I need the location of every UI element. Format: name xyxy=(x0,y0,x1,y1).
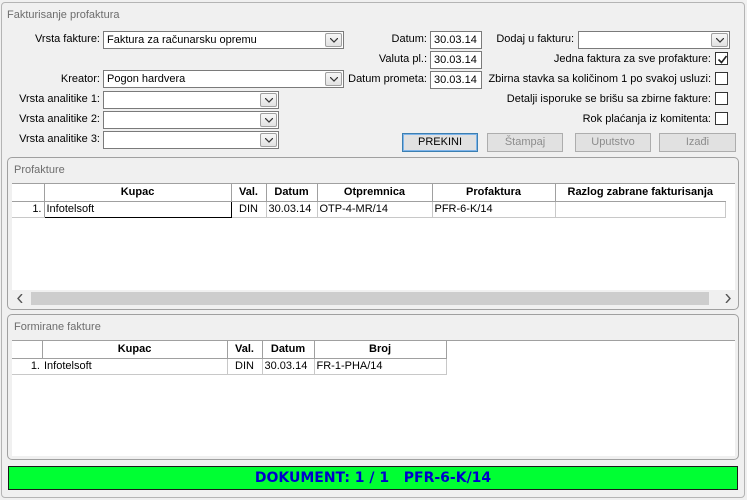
analitike3-label: Vrsta analitike 3: xyxy=(19,133,100,145)
status-bar: DOKUMENT: 1 / 1 PFR-6-K/14 xyxy=(8,466,738,490)
formirane-header-row: Kupac Val. Datum Broj xyxy=(12,341,447,359)
horizontal-scrollbar[interactable] xyxy=(12,290,735,307)
check-zbirna-stavka-label: Zbirna stavka sa količinom 1 po svakoj u… xyxy=(488,73,711,85)
dodaj-u-fakturu-combo[interactable] xyxy=(578,31,730,49)
check-zbirna-stavka[interactable] xyxy=(715,72,728,85)
cell-datum[interactable]: 30.03.14 xyxy=(266,201,318,218)
check-detalji-isporuke-label: Detalji isporuke se brišu sa zbirne fakt… xyxy=(506,93,711,105)
check-jedna-faktura[interactable] xyxy=(715,52,728,65)
analitike2-label: Vrsta analitike 2: xyxy=(19,113,100,125)
datum-prometa-label: Datum prometa: xyxy=(348,73,427,85)
chevron-down-icon[interactable] xyxy=(325,33,342,47)
kreator-label: Kreator: xyxy=(60,73,100,85)
datum-field[interactable]: 30.03.14 xyxy=(430,31,482,49)
formirane-table: Kupac Val. Datum Broj 1. Infotelsoft DIN… xyxy=(12,341,447,375)
formirane-panel: Formirane fakture Kupac Val. Datum Broj … xyxy=(7,314,739,460)
profakture-header-row: Kupac Val. Datum Otpremnica Profaktura R… xyxy=(12,184,725,202)
vrsta-fakture-value: Faktura za računarsku opremu xyxy=(107,34,257,46)
kreator-value: Pogon hardvera xyxy=(107,73,186,85)
cell-otpremnica[interactable]: OTP-4-MR/14 xyxy=(317,201,433,218)
chevron-down-icon[interactable] xyxy=(260,93,277,107)
col-val[interactable]: Val. xyxy=(231,184,267,202)
izadji-button[interactable]: Izađi xyxy=(659,133,736,152)
check-rok-placanja[interactable] xyxy=(715,112,728,125)
col-datum[interactable]: Datum xyxy=(266,184,318,202)
profakture-grid: Kupac Val. Datum Otpremnica Profaktura R… xyxy=(12,183,735,307)
cell-val[interactable]: DIN xyxy=(227,358,263,375)
valuta-label: Valuta pl.: xyxy=(378,53,427,65)
chevron-down-icon[interactable] xyxy=(260,113,277,127)
check-rok-placanja-label: Rok plaćanja iz komitenta: xyxy=(582,113,711,125)
cell-kupac[interactable]: Infotelsoft xyxy=(42,358,228,375)
cell-datum[interactable]: 30.03.14 xyxy=(262,358,315,375)
window-title: Fakturisanje profaktura xyxy=(7,9,120,21)
col-val[interactable]: Val. xyxy=(227,341,263,359)
analitike3-combo[interactable] xyxy=(103,131,279,149)
row-number: 1. xyxy=(12,201,45,218)
row-number-header xyxy=(12,341,43,359)
checkmark-icon xyxy=(717,55,728,64)
formirane-title: Formirane fakture xyxy=(14,321,101,333)
cell-broj[interactable]: FR-1-PHA/14 xyxy=(314,358,447,375)
cell-razlog[interactable] xyxy=(555,201,726,218)
stampaj-button[interactable]: Štampaj xyxy=(487,133,563,152)
row-number: 1. xyxy=(12,358,42,375)
analitike2-combo[interactable] xyxy=(103,111,279,129)
profakture-table: Kupac Val. Datum Otpremnica Profaktura R… xyxy=(12,184,726,218)
profakture-title: Profakture xyxy=(14,164,65,176)
prekini-button[interactable]: PREKINI xyxy=(402,133,478,152)
vrsta-fakture-combo[interactable]: Faktura za računarsku opremu xyxy=(103,31,344,49)
check-jedna-faktura-label: Jedna faktura za sve profakture: xyxy=(553,53,711,65)
cell-profaktura[interactable]: PFR-6-K/14 xyxy=(432,201,556,218)
col-kupac[interactable]: Kupac xyxy=(42,341,228,359)
vrsta-fakture-label: Vrsta fakture: xyxy=(34,33,100,45)
datum-label: Datum: xyxy=(391,33,427,45)
col-razlog[interactable]: Razlog zabrane fakturisanja xyxy=(555,184,725,202)
col-broj[interactable]: Broj xyxy=(314,341,447,359)
col-profaktura[interactable]: Profaktura xyxy=(432,184,556,202)
kreator-combo[interactable]: Pogon hardvera xyxy=(103,70,344,88)
chevron-left-icon[interactable] xyxy=(17,294,23,303)
cell-val[interactable]: DIN xyxy=(231,201,267,218)
scrollbar-thumb[interactable] xyxy=(31,292,709,305)
formirane-grid: Kupac Val. Datum Broj 1. Infotelsoft DIN… xyxy=(12,340,735,456)
table-row[interactable]: 1. Infotelsoft DIN 30.03.14 FR-1-PHA/14 xyxy=(12,358,447,375)
col-kupac[interactable]: Kupac xyxy=(44,184,232,202)
chevron-right-icon[interactable] xyxy=(725,294,731,303)
check-detalji-isporuke[interactable] xyxy=(715,92,728,105)
chevron-down-icon[interactable] xyxy=(711,33,728,47)
uputstvo-button[interactable]: Uputstvo xyxy=(575,133,651,152)
analitike1-label: Vrsta analitike 1: xyxy=(19,93,100,105)
dodaj-u-fakturu-label: Dodaj u fakturu: xyxy=(496,33,574,45)
chevron-down-icon[interactable] xyxy=(260,133,277,147)
col-otpremnica[interactable]: Otpremnica xyxy=(317,184,433,202)
row-number-header xyxy=(12,184,45,202)
analitike1-combo[interactable] xyxy=(103,91,279,109)
profakture-panel: Profakture Kupac Val. Datum Otpremnica P… xyxy=(7,157,739,310)
table-row[interactable]: 1. Infotelsoft DIN 30.03.14 OTP-4-MR/14 … xyxy=(12,200,726,218)
cell-kupac[interactable]: Infotelsoft xyxy=(43,200,232,218)
col-datum[interactable]: Datum xyxy=(262,341,315,359)
